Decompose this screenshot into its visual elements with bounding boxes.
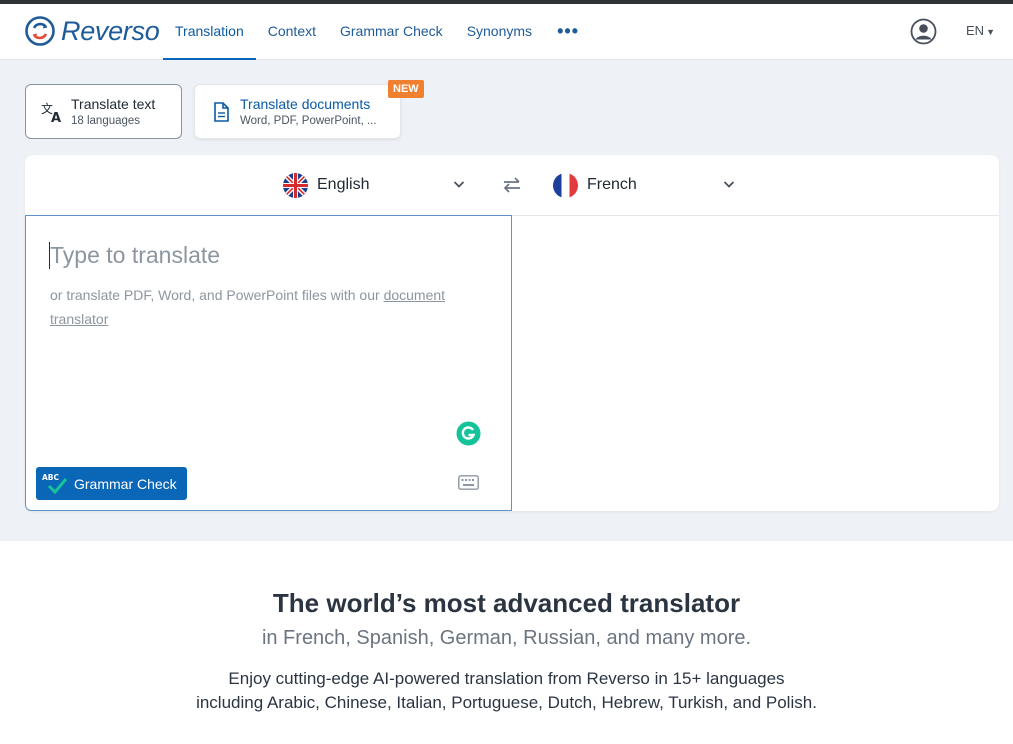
reverso-logo[interactable]: Reverso (25, 16, 160, 46)
promo-description-line-1: Enjoy cutting-edge AI-powered translatio… (228, 669, 785, 688)
translate-text-title: Translate text (71, 96, 156, 112)
translate-icon: 文 A (41, 101, 61, 124)
nav-translation[interactable]: Translation (163, 4, 256, 60)
translator-section: 文 A Translate text 18 languages Translat… (0, 60, 1013, 541)
translate-text-tab[interactable]: 文 A Translate text 18 languages (25, 84, 182, 139)
caret-down-icon: ▼ (986, 27, 995, 37)
grammar-check-button[interactable]: ABC Grammar Check (36, 467, 187, 500)
source-text-input[interactable]: Type to translate or translate PDF, Word… (25, 215, 512, 511)
uk-flag-icon (283, 172, 308, 198)
document-icon (214, 102, 229, 122)
svg-text:A: A (51, 111, 61, 124)
keyboard-icon[interactable] (458, 475, 479, 490)
nav-grammar-check[interactable]: Grammar Check (328, 4, 455, 60)
nav-more-icon[interactable]: ••• (544, 4, 592, 60)
abc-text: ABC (42, 473, 60, 482)
new-badge: NEW (388, 80, 424, 98)
language-bar: English French (25, 155, 999, 216)
promo-description-line-2: including Arabic, Chinese, Italian, Port… (196, 693, 817, 712)
grammarly-icon[interactable] (456, 421, 481, 446)
france-flag-icon (553, 172, 578, 198)
translate-documents-tab[interactable]: Translate documents Word, PDF, PowerPoin… (194, 84, 401, 139)
nav-synonyms[interactable]: Synonyms (455, 4, 544, 60)
source-language-selector[interactable]: English (283, 172, 467, 198)
interface-language-selector[interactable]: EN ▼ (966, 23, 995, 38)
translate-text-subtitle: 18 languages (71, 115, 141, 127)
user-account-icon[interactable] (910, 18, 937, 45)
promo-title: The world’s most advanced translator (272, 588, 741, 618)
target-language-selector[interactable]: French (553, 172, 737, 198)
translator-card: English French Type to translate or tran… (25, 155, 999, 511)
site-header: Reverso Translation Context Grammar Chec… (0, 4, 1013, 60)
grammar-check-label: Grammar Check (74, 475, 177, 492)
source-placeholder: Type to translate (50, 242, 221, 268)
chevron-down-icon (453, 181, 465, 188)
document-hint: or translate PDF, Word, and PowerPoint f… (50, 283, 470, 331)
main-nav: Translation Context Grammar Check Synony… (163, 4, 592, 60)
promo-section: The world’s most advanced translator in … (0, 541, 1013, 744)
translate-documents-subtitle: Word, PDF, PowerPoint, ... (240, 115, 377, 127)
source-language-label: English (317, 176, 370, 193)
spellcheck-icon: ABC (42, 473, 68, 494)
document-hint-text: or translate PDF, Word, and PowerPoint f… (50, 287, 384, 303)
logo-wordmark: Reverso (61, 16, 160, 46)
target-language-label: French (587, 176, 637, 193)
translate-documents-title: Translate documents (240, 96, 371, 112)
interface-language-label: EN (966, 23, 985, 38)
promo-subtitle: in French, Spanish, German, Russian, and… (261, 627, 752, 649)
nav-context[interactable]: Context (256, 4, 328, 60)
reverso-logo-icon (25, 16, 55, 46)
swap-languages-icon[interactable] (500, 173, 524, 197)
chevron-down-icon (723, 181, 735, 188)
